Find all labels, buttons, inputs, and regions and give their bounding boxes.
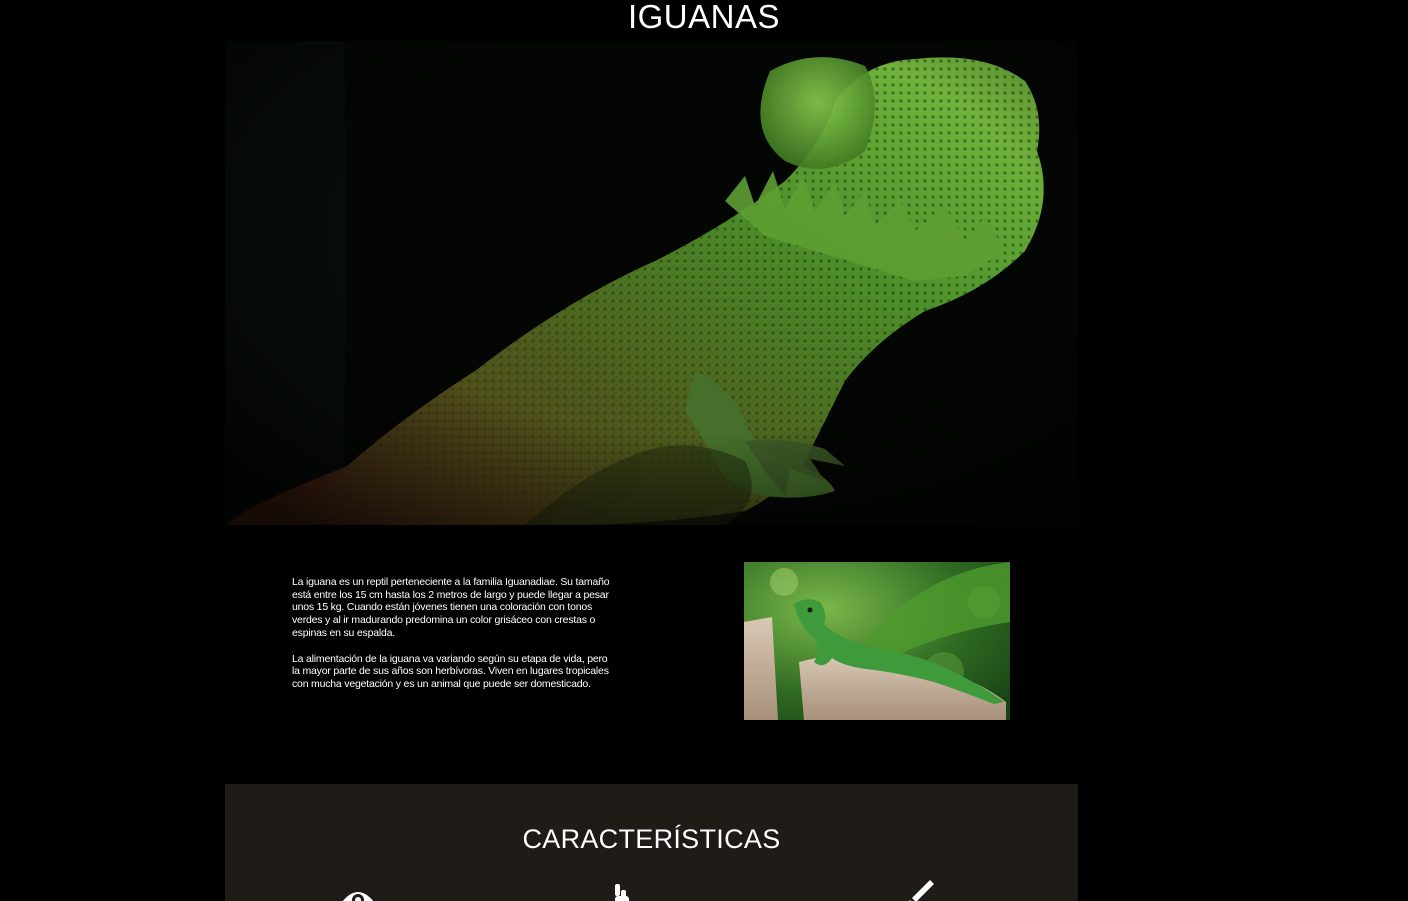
intro-paragraph-1: La iguana es un reptil perteneciente a l…	[292, 576, 610, 639]
hand-icon	[603, 880, 643, 901]
intro-paragraph-2: La alimentación de la iguana va variando…	[292, 652, 609, 690]
features-heading: CARACTERÍSTICAS	[522, 824, 781, 854]
eye-icon	[338, 880, 378, 901]
iguana-thumbnail	[744, 562, 1010, 720]
features-section: CARACTERÍSTICAS	[225, 784, 1078, 901]
intro-text: La iguana es un reptil perteneciente a l…	[292, 576, 612, 704]
page: IGUANAS La iguana es un reptil perteneci…	[0, 0, 1408, 901]
hero-image	[225, 41, 1078, 525]
page-title: IGUANAS	[627, 0, 781, 35]
brush-icon	[900, 880, 940, 901]
